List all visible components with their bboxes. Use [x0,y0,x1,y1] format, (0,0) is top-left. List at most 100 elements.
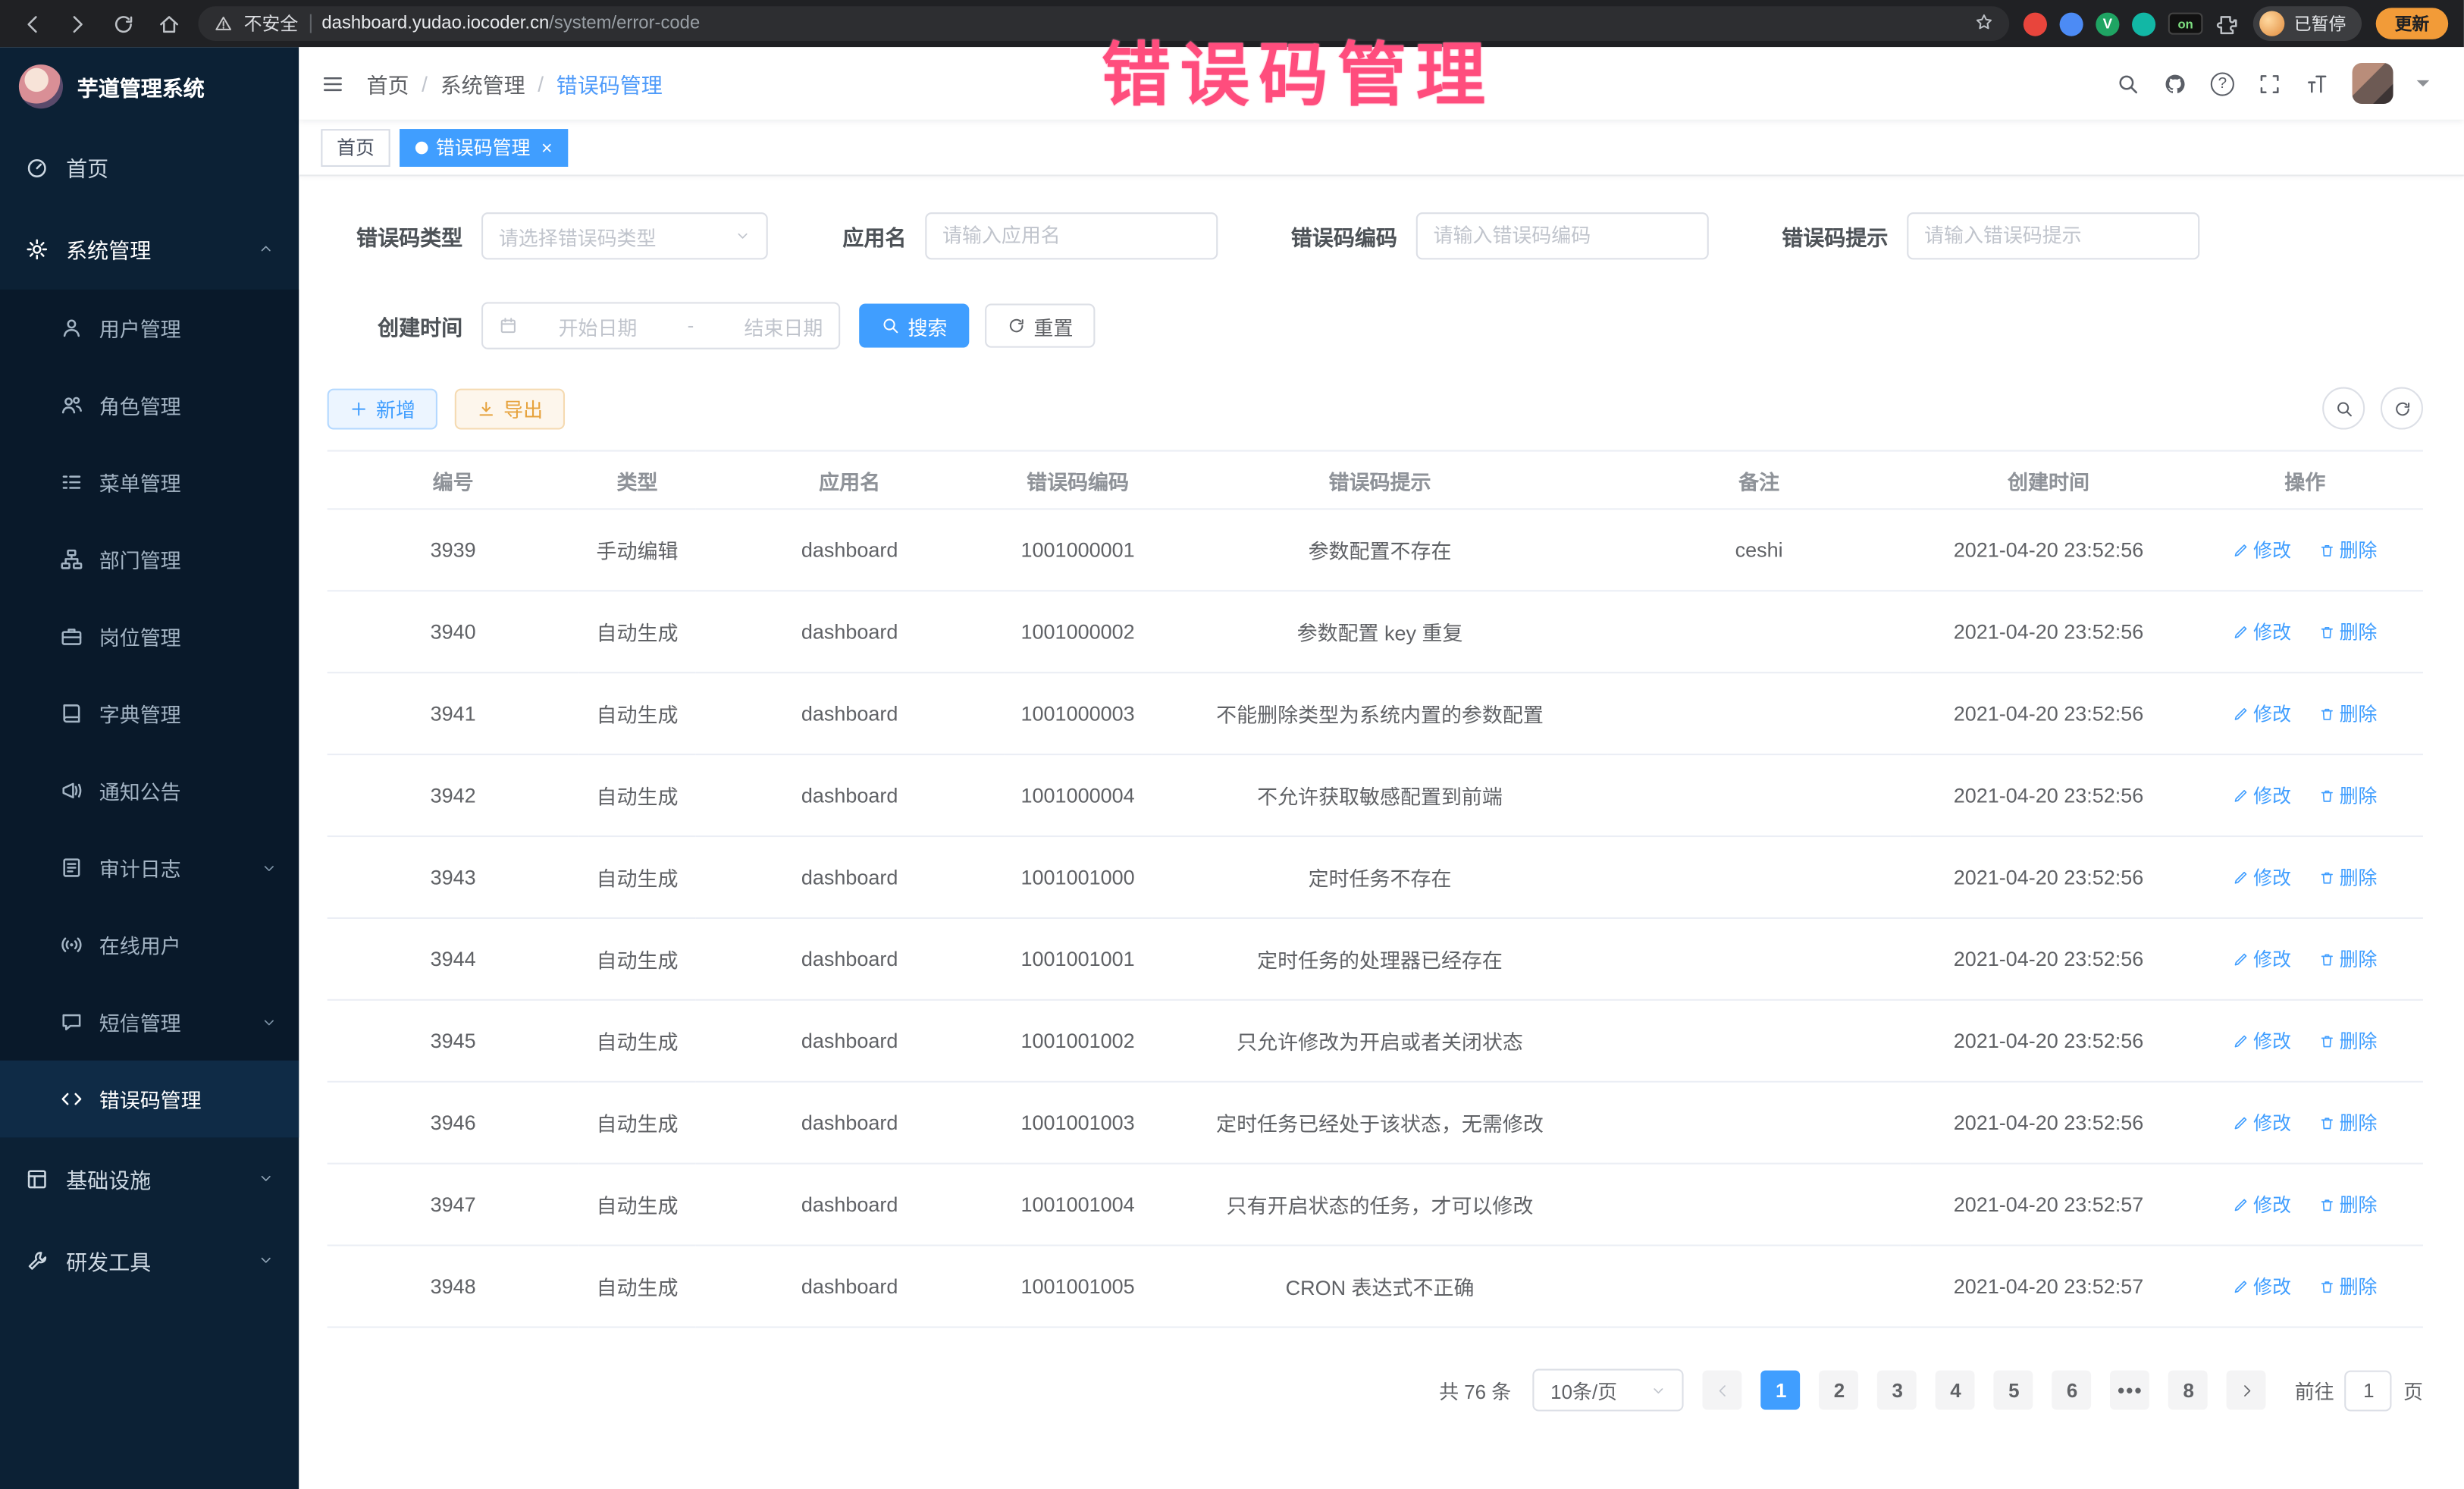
col-type: 类型 [579,451,696,509]
app-name-input[interactable] [925,212,1218,259]
cell-code: 1001001000 [1004,836,1152,918]
sidebar-item-sms-management[interactable]: 短信管理 [0,983,299,1061]
extension-green-icon[interactable]: V [2096,12,2119,36]
screen: 错误码管理 不安全 dashboard.yudao.iocoder.cn/sys… [0,0,2464,1489]
forward-button[interactable] [61,8,93,39]
error-type-select[interactable]: 请选择错误码类型 [481,212,768,259]
sidebar-item-system[interactable]: 系统管理 [0,208,299,290]
edit-button[interactable]: 修改 [2233,782,2291,808]
cell-type: 自动生成 [579,1164,696,1246]
avatar-caret-icon[interactable] [2417,80,2430,93]
sidebar-item-user-management[interactable]: 用户管理 [0,290,299,367]
delete-button[interactable]: 删除 [2319,1273,2378,1299]
delete-button[interactable]: 删除 [2319,945,2378,972]
sidebar-item-home[interactable]: 首页 [0,126,299,208]
tag-error-code-management[interactable]: 错误码管理 × [400,128,568,166]
extension-red-icon[interactable] [2024,12,2047,36]
address-bar[interactable]: 不安全 dashboard.yudao.iocoder.cn/system/er… [198,6,2009,41]
extension-teal-icon[interactable] [2132,12,2155,36]
sidebar-item-infrastructure[interactable]: 基础设施 [0,1137,299,1219]
edit-button[interactable]: 修改 [2233,1191,2291,1218]
reload-button[interactable] [107,8,139,39]
delete-button[interactable]: 删除 [2319,701,2378,727]
delete-button[interactable]: 删除 [2319,619,2378,645]
header-search-button[interactable] [2116,71,2140,95]
sidebar-item-dept-management[interactable]: 部门管理 [0,521,299,598]
cell-operations: 修改 删除 [2187,591,2423,672]
sidebar-item-post-management[interactable]: 岗位管理 [0,598,299,676]
page-button-4[interactable]: 4 [1936,1371,1976,1410]
edit-button[interactable]: 修改 [2233,619,2291,645]
github-link[interactable] [2164,71,2187,95]
browser-profile-button[interactable]: 已暂停 [2253,6,2362,41]
back-button[interactable] [16,8,48,39]
bookmark-star-icon[interactable] [1975,12,1994,36]
delete-button[interactable]: 删除 [2319,782,2378,808]
delete-button[interactable]: 删除 [2319,1191,2378,1218]
table-toolbar: 新增 导出 [328,387,2423,430]
sidebar-item-error-code-management[interactable]: 错误码管理 [0,1061,299,1138]
delete-button[interactable]: 删除 [2319,1027,2378,1054]
sidebar-item-dict-management[interactable]: 字典管理 [0,675,299,752]
home-button[interactable] [152,8,184,39]
tag-close-icon[interactable]: × [541,138,553,157]
fullscreen-button[interactable] [2258,71,2281,95]
cell-id: 3948 [328,1246,579,1328]
page-button-2[interactable]: 2 [1820,1371,1859,1410]
reset-button[interactable]: 重置 [985,304,1095,348]
edit-button[interactable]: 修改 [2233,537,2291,563]
edit-button[interactable]: 修改 [2233,864,2291,890]
sidebar-item-role-management[interactable]: 角色管理 [0,367,299,444]
sidebar-toggle-button[interactable] [321,71,344,95]
page-button-5[interactable]: 5 [1994,1371,2033,1410]
breadcrumb-home[interactable]: 首页 [367,67,409,99]
help-button[interactable]: ? [2211,71,2234,95]
sidebar-item-notice[interactable]: 通知公告 [0,752,299,829]
page-button-1[interactable]: 1 [1761,1371,1801,1410]
edit-button[interactable]: 修改 [2233,1027,2291,1054]
sidebar-item-menu-management[interactable]: 菜单管理 [0,444,299,521]
delete-button[interactable]: 删除 [2319,537,2378,563]
cell-hint: 定时任务已经处于该状态，无需修改 [1152,1082,1608,1164]
extensions-puzzle-icon[interactable] [2215,12,2239,36]
toggle-search-button[interactable] [2322,387,2365,430]
export-button[interactable]: 导出 [455,388,565,429]
refresh-table-button[interactable] [2381,387,2423,430]
extension-on-badge[interactable]: on [2168,13,2203,35]
edit-button[interactable]: 修改 [2233,701,2291,727]
error-code-input[interactable] [1416,212,1709,259]
page-button-6[interactable]: 6 [2052,1371,2092,1410]
trash-icon [2319,706,2335,722]
sidebar-item-audit-log[interactable]: 审计日志 [0,829,299,907]
tag-home[interactable]: 首页 [321,128,390,166]
next-page-button[interactable] [2227,1371,2267,1410]
edit-button[interactable]: 修改 [2233,1273,2291,1299]
font-size-button[interactable] [2305,71,2328,95]
user-avatar[interactable] [2353,63,2393,104]
browser-profile-avatar [2259,11,2284,36]
browser-update-button[interactable]: 更新 [2376,8,2448,39]
goto-page-input[interactable] [2345,1370,2392,1411]
app-logo[interactable]: 芋道管理系统 [0,47,299,126]
add-button[interactable]: 新增 [328,388,437,429]
sidebar-item-dev-tools[interactable]: 研发工具 [0,1219,299,1301]
extension-blue-icon[interactable] [2060,12,2083,36]
page-button-8[interactable]: 8 [2169,1371,2209,1410]
edit-pencil-icon [2233,1114,2249,1130]
edit-button[interactable]: 修改 [2233,1109,2291,1136]
page-size-select[interactable]: 10条/页 [1533,1369,1684,1412]
error-hint-input[interactable] [1907,212,2199,259]
edit-button[interactable]: 修改 [2233,945,2291,972]
search-button[interactable]: 搜索 [859,304,969,348]
delete-button[interactable]: 删除 [2319,1109,2378,1136]
breadcrumb-separator: / [422,71,428,95]
delete-button[interactable]: 删除 [2319,864,2378,890]
cell-hint: 只允许修改为开启或者关闭状态 [1152,1000,1608,1082]
date-range-picker[interactable]: 开始日期 - 结束日期 [481,302,840,349]
breadcrumb-system[interactable]: 系统管理 [440,67,525,99]
sidebar-item-online-users[interactable]: 在线用户 [0,906,299,983]
github-icon [2164,71,2187,95]
page-button-3[interactable]: 3 [1878,1371,1917,1410]
page-ellipsis[interactable]: ••• [2111,1371,2150,1410]
prev-page-button[interactable] [1703,1371,1742,1410]
